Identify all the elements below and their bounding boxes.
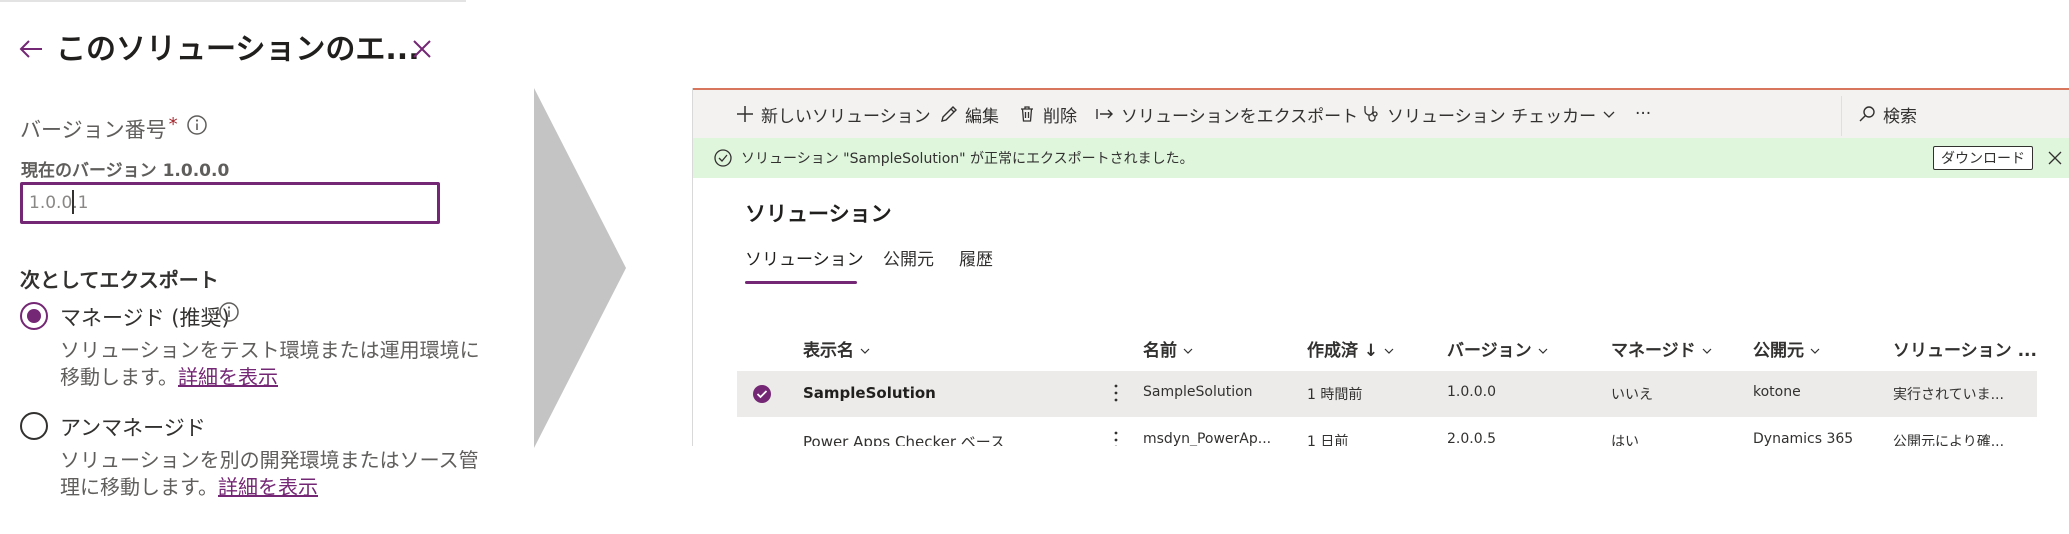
cell-solution-status: 実行されていま...: [1893, 387, 2004, 403]
chevron-down-icon: [1538, 348, 1548, 354]
export-solution-label: ソリューションをエクスポート: [1121, 106, 1359, 127]
cell-version: 2.0.0.5: [1447, 431, 1496, 446]
export-panel: このソリューションのエ... バージョン番号 * 現在のバージョン 1.0.0.0…: [0, 0, 480, 534]
command-bar: 新しいソリューション 編集 削除 ソリューションをエクスポート ソリューション …: [693, 90, 2069, 138]
info-icon[interactable]: [186, 114, 208, 136]
cell-name: msdyn_PowerAp...: [1143, 431, 1272, 446]
unmanaged-description: ソリューションを別の開発環境またはソース管理に移動します。詳細を表示: [60, 447, 480, 501]
column-header-label: 公開元: [1753, 341, 1804, 361]
cell-display-name[interactable]: Power Apps Checker ベース: [803, 431, 1005, 446]
search-box[interactable]: 検索: [1857, 102, 1917, 127]
command-bar-divider: [1841, 96, 1842, 136]
delete-label: 削除: [1043, 106, 1077, 127]
column-header-label: 名前: [1143, 341, 1177, 361]
plus-icon: [737, 106, 753, 122]
column-header-label: 作成済 ↓: [1307, 341, 1379, 361]
transition-arrow: [534, 88, 626, 448]
success-message: ソリューション "SampleSolution" が正常にエクスポートされました…: [741, 151, 1194, 167]
cell-display-name[interactable]: SampleSolution: [803, 384, 936, 402]
column-header-display-name[interactable]: 表示名: [803, 336, 870, 361]
unmanaged-radio-label[interactable]: アンマネージド: [60, 412, 206, 442]
current-version-text: 現在のバージョン 1.0.0.0: [21, 161, 230, 181]
export-solution-button[interactable]: ソリューションをエクスポート: [1095, 102, 1359, 127]
stethoscope-icon: [1364, 106, 1378, 122]
text-caret: [72, 190, 74, 214]
cell-solution-status: 公開元により確...: [1893, 434, 2005, 446]
export-arrow-icon: [1096, 109, 1113, 119]
cell-publisher: kotone: [1753, 384, 1801, 400]
info-icon[interactable]: [218, 301, 240, 323]
cell-created: 1 時間前: [1307, 387, 1363, 403]
chevron-down-icon: [860, 348, 870, 354]
search-placeholder: 検索: [1883, 106, 1917, 127]
column-header-solution-status[interactable]: ソリューション ...: [1893, 336, 2037, 361]
chevron-down-icon: [1603, 111, 1615, 118]
cell-version: 1.0.0.0: [1447, 384, 1496, 400]
radio-selected-dot: [27, 309, 41, 323]
export-as-heading: 次としてエクスポート: [20, 268, 219, 292]
chevron-down-icon: [1384, 348, 1394, 354]
column-header-label: 表示名: [803, 341, 854, 361]
new-solution-button[interactable]: 新しいソリューション: [735, 102, 931, 127]
version-number-label-text: バージョン番号: [20, 118, 167, 142]
column-header-version[interactable]: バージョン: [1447, 336, 1548, 361]
tab-solutions[interactable]: ソリューション: [745, 245, 864, 270]
search-icon: [1859, 106, 1875, 122]
page-title: ソリューション: [745, 202, 892, 226]
delete-button[interactable]: 削除: [1017, 102, 1077, 127]
trash-icon: [1021, 106, 1033, 122]
table-row[interactable]: Power Apps Checker ベース msdyn_PowerAp... …: [737, 418, 2037, 446]
edit-label: 編集: [965, 106, 999, 127]
solutions-page: 新しいソリューション 編集 削除 ソリューションをエクスポート ソリューション …: [692, 88, 2069, 446]
managed-description: ソリューションをテスト環境または運用環境に移動します。詳細を表示: [60, 337, 480, 391]
panel-top-border: [0, 0, 466, 2]
panel-title: このソリューションのエ...: [56, 32, 420, 67]
managed-learn-more-link[interactable]: 詳細を表示: [178, 365, 278, 389]
column-header-label: マネージド: [1611, 341, 1696, 361]
column-header-created[interactable]: 作成済 ↓: [1307, 336, 1394, 361]
version-number-label: バージョン番号 *: [20, 114, 178, 144]
cell-name: SampleSolution: [1143, 384, 1253, 400]
solution-checker-button[interactable]: ソリューション チェッカー: [1361, 102, 1616, 127]
success-banner: ソリューション "SampleSolution" が正常にエクスポートされました…: [693, 138, 2069, 178]
solution-checker-label: ソリューション チェッカー: [1387, 106, 1597, 127]
close-icon[interactable]: [411, 38, 433, 60]
unmanaged-radio[interactable]: [20, 412, 48, 440]
column-header-label: バージョン: [1447, 341, 1532, 361]
required-mark: *: [168, 114, 178, 135]
new-solution-label: 新しいソリューション: [761, 106, 931, 127]
chevron-down-icon: [1810, 348, 1820, 354]
close-icon[interactable]: [2047, 150, 2063, 166]
column-header-name[interactable]: 名前: [1143, 336, 1193, 361]
checkmark-circle-icon[interactable]: [752, 384, 772, 404]
more-options-icon[interactable]: [1113, 430, 1119, 446]
column-header-publisher[interactable]: 公開元: [1753, 336, 1820, 361]
version-number-input[interactable]: [20, 182, 440, 224]
edit-button[interactable]: 編集: [939, 102, 999, 127]
back-arrow-icon[interactable]: [18, 36, 44, 62]
cell-managed: いいえ: [1611, 387, 1653, 403]
table-row[interactable]: SampleSolution SampleSolution 1 時間前 1.0.…: [737, 371, 2037, 417]
column-header-managed[interactable]: マネージド: [1611, 336, 1712, 361]
tab-publishers[interactable]: 公開元: [883, 245, 934, 270]
managed-radio-label[interactable]: マネージド (推奨): [60, 302, 230, 332]
managed-radio[interactable]: [20, 302, 48, 330]
chevron-down-icon: [1702, 348, 1712, 354]
success-check-icon: [714, 149, 732, 167]
cell-managed: はい: [1611, 434, 1639, 446]
tab-history[interactable]: 履歴: [959, 245, 993, 270]
active-tab-indicator: [745, 281, 857, 284]
cell-created: 1 日前: [1307, 434, 1349, 446]
pencil-icon: [941, 106, 957, 122]
more-commands-button[interactable]: ···: [1635, 102, 1651, 126]
download-button[interactable]: ダウンロード: [1933, 146, 2033, 170]
cell-publisher: Dynamics 365: [1753, 431, 1854, 446]
chevron-down-icon: [1183, 348, 1193, 354]
unmanaged-learn-more-link[interactable]: 詳細を表示: [218, 475, 318, 499]
more-options-icon[interactable]: [1113, 383, 1119, 403]
